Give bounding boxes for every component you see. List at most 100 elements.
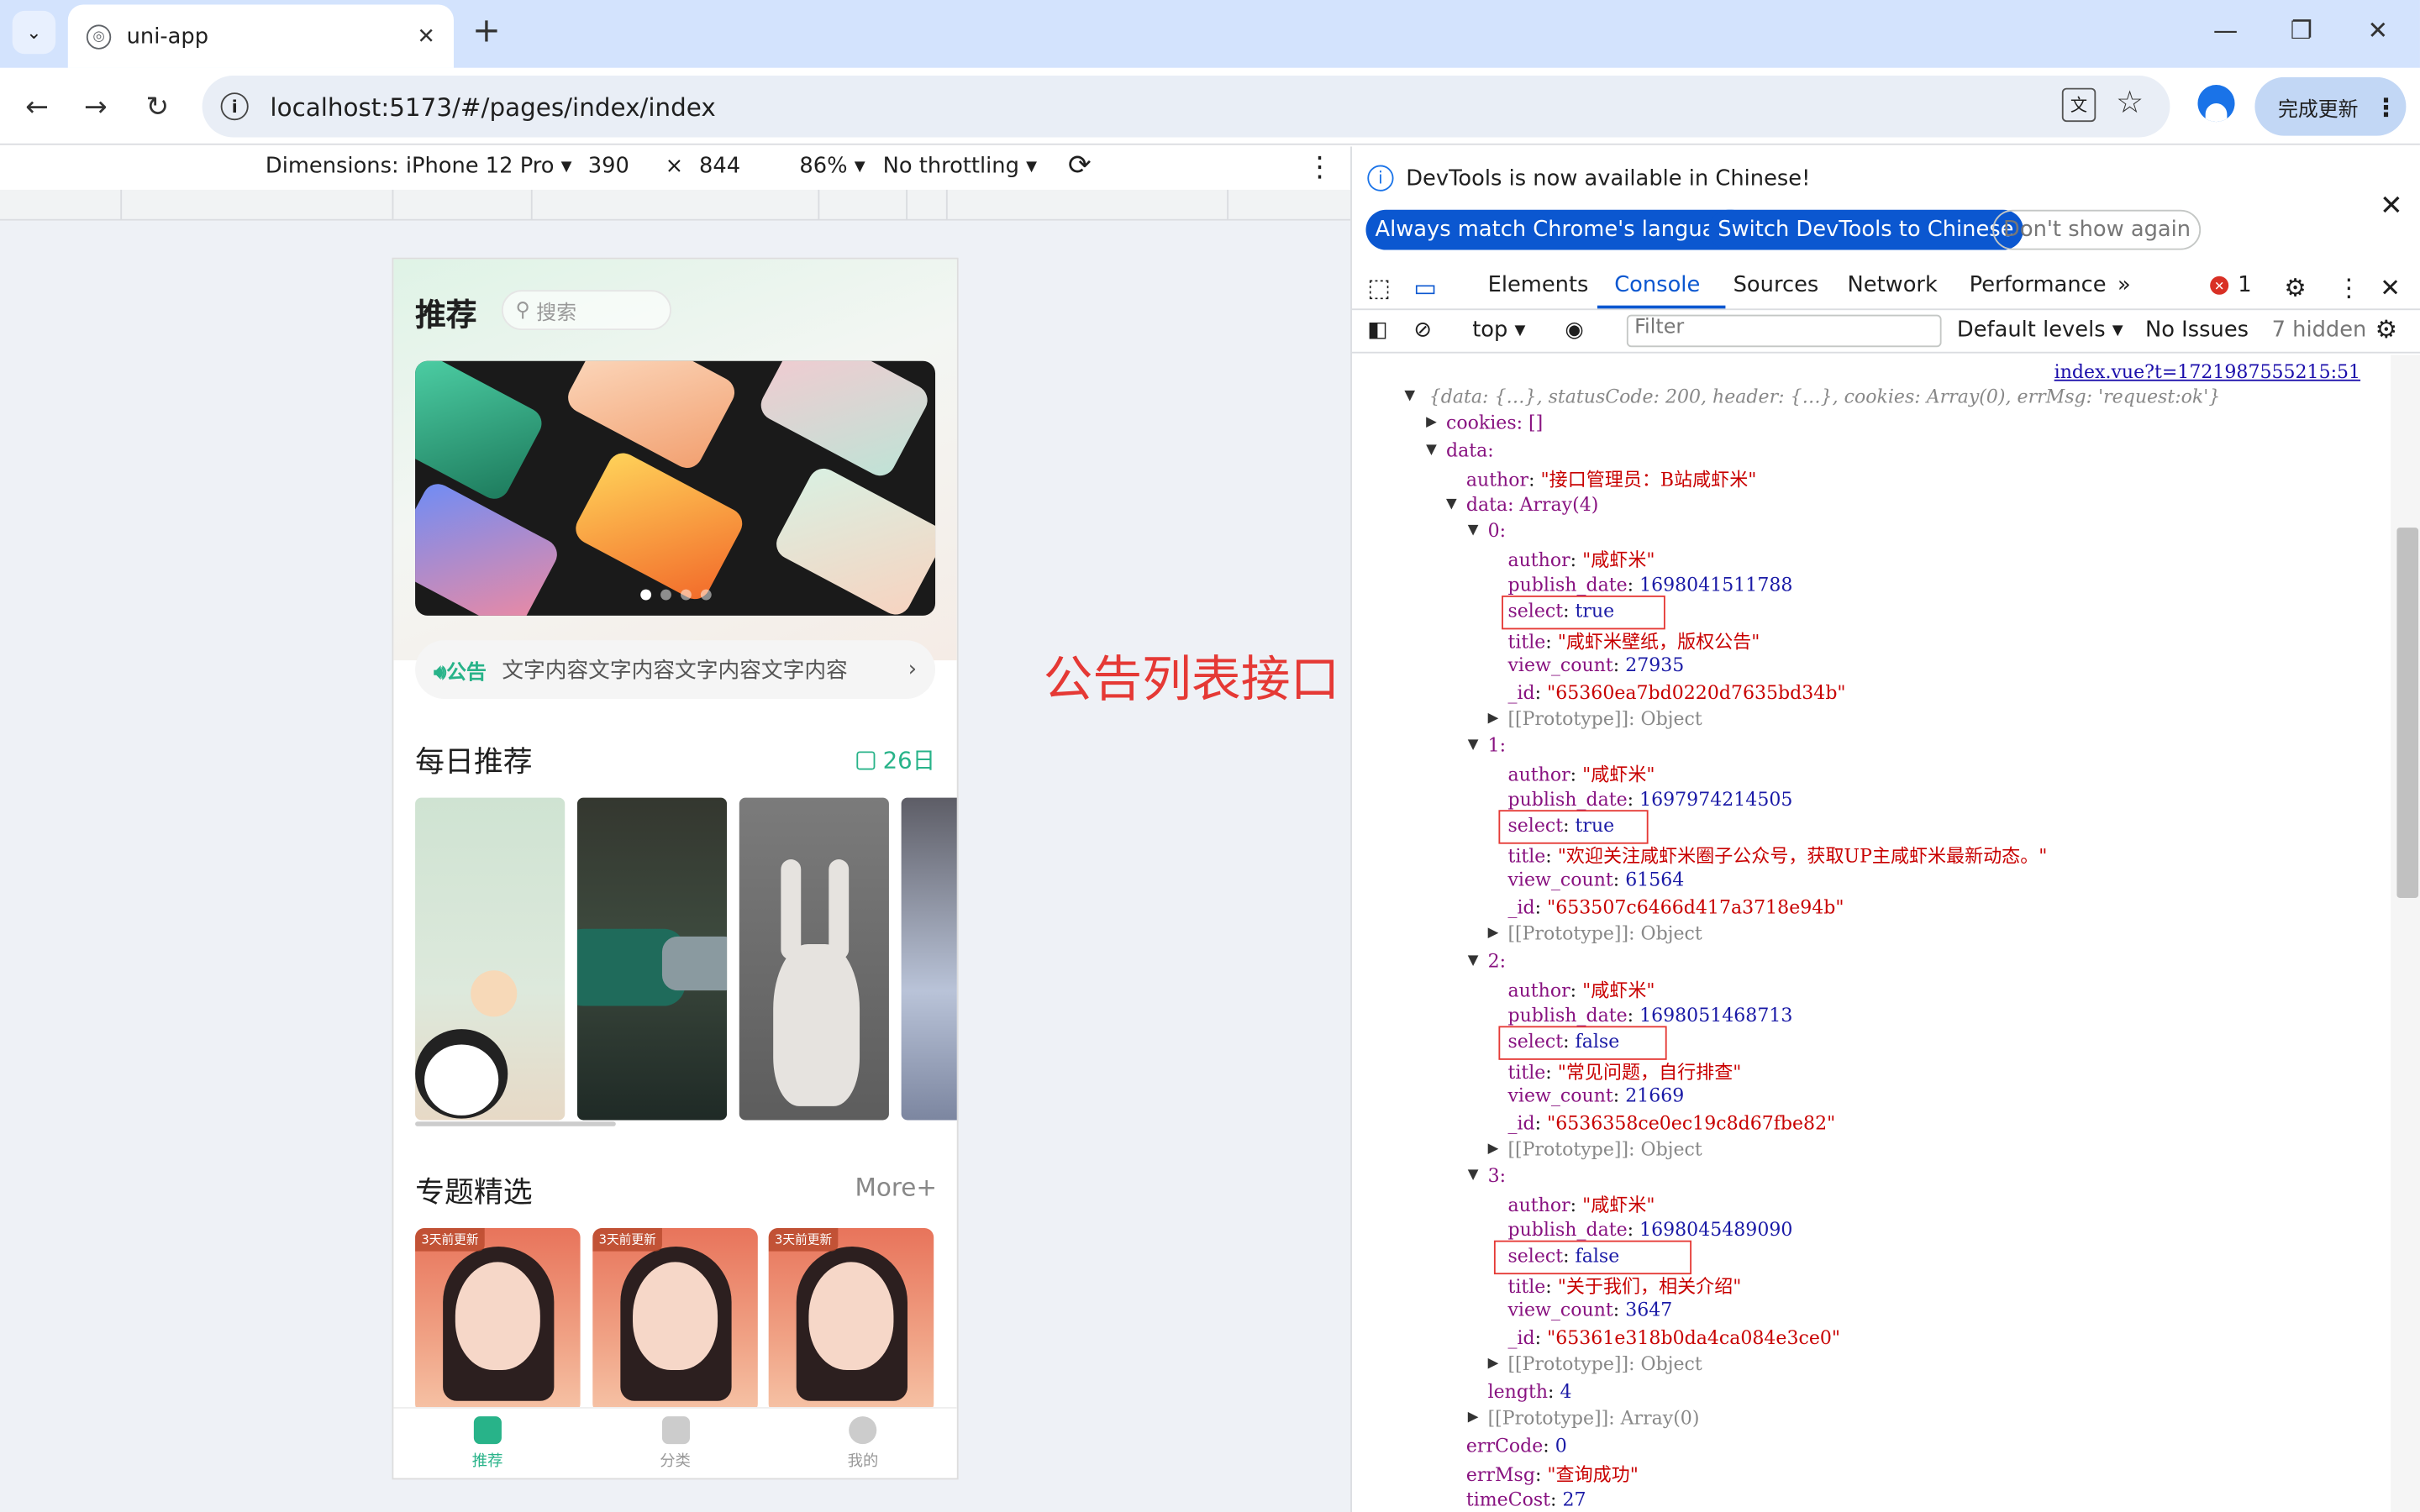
settings-icon[interactable]: ⚙ — [2284, 273, 2306, 302]
levels-dropdown[interactable]: Default levels ▾ — [1957, 318, 2123, 342]
wallpaper-thumb[interactable] — [901, 797, 957, 1121]
user-icon — [849, 1416, 877, 1445]
tab-search-chevron-icon[interactable]: ⌄ — [12, 10, 56, 55]
bookmark-star-icon[interactable]: ☆ — [2116, 83, 2144, 120]
device-more-icon[interactable]: ⋮ — [1306, 151, 1334, 184]
profile-avatar-icon[interactable] — [2197, 85, 2235, 123]
tabbar-item-recommend[interactable]: 推荐 — [393, 1409, 581, 1478]
width-input[interactable]: 390 — [588, 155, 629, 179]
expand-triangle-icon[interactable]: ▼ — [1468, 738, 1479, 753]
search-input[interactable]: ⚲ 搜索 — [501, 290, 671, 331]
tab-network[interactable]: Network — [1848, 273, 1938, 297]
dont-show-button[interactable]: Don't show again — [1992, 209, 2202, 250]
collapse-triangle-icon[interactable]: ▶ — [1488, 711, 1499, 727]
highlight-box — [1498, 1025, 1667, 1060]
issues-label[interactable]: No Issues — [2145, 318, 2249, 342]
horizontal-scroll-indicator — [415, 1121, 616, 1126]
site-info-icon[interactable]: i — [220, 92, 249, 121]
notice-bar[interactable]: 🔊︎公告 文字内容文字内容文字内容文字内容 › — [415, 640, 936, 700]
close-devtools-icon[interactable]: ✕ — [2380, 273, 2401, 302]
zoom-dropdown[interactable]: 86% ▾ — [799, 155, 865, 179]
expand-triangle-icon[interactable]: ▼ — [1404, 389, 1415, 404]
item-view-count: 61564 — [1625, 869, 1685, 891]
clear-console-icon[interactable]: ⊘ — [1413, 318, 1432, 342]
times-sign: × — [665, 154, 684, 180]
wallpaper-thumb[interactable] — [739, 797, 889, 1121]
throttling-dropdown[interactable]: No throttling ▾ — [883, 155, 1037, 179]
wallpaper-thumb[interactable] — [576, 797, 728, 1121]
chevron-right-icon[interactable]: › — [908, 657, 917, 681]
device-toggle-icon[interactable]: ▭ — [1413, 273, 1437, 302]
item-index: 1: — [1487, 734, 1507, 757]
expand-triangle-icon[interactable]: ▼ — [1426, 443, 1437, 458]
collapse-triangle-icon[interactable]: ▶ — [1488, 1141, 1499, 1156]
tab-title: uni-app — [126, 24, 209, 49]
globe-icon: ◎ — [86, 24, 112, 49]
error-counter[interactable]: ✕ 1 — [2210, 273, 2252, 297]
source-link[interactable]: index.vue?t=1721987555215:51 — [2054, 361, 2360, 383]
collapse-triangle-icon[interactable]: ▶ — [1468, 1410, 1479, 1425]
topic-card[interactable]: 3天前更新 — [415, 1228, 581, 1414]
expand-triangle-icon[interactable]: ▼ — [1446, 496, 1457, 512]
browser-toolbar: ← → ↻ i localhost:5173/#/pages/index/ind… — [0, 67, 2420, 145]
banner-carousel[interactable] — [415, 360, 936, 616]
console-settings-icon[interactable]: ⚙ — [2375, 315, 2397, 344]
carousel-dots[interactable] — [415, 589, 935, 602]
inspect-icon[interactable]: ⬚ — [1367, 273, 1391, 302]
close-infobar-icon[interactable]: ✕ — [2380, 190, 2403, 223]
eye-icon[interactable]: ◉ — [1565, 318, 1583, 342]
expand-triangle-icon[interactable]: ▼ — [1468, 523, 1479, 538]
translate-icon[interactable]: 文 — [2061, 87, 2096, 123]
rotate-icon[interactable]: ⟳ — [1068, 150, 1092, 182]
dimensions-dropdown[interactable]: Dimensions: iPhone 12 Pro ▾ — [266, 155, 572, 179]
filter-input[interactable]: Filter — [1626, 314, 1942, 348]
topic-card[interactable]: 3天前更新 — [768, 1228, 934, 1414]
new-tab-icon[interactable]: + — [472, 13, 501, 51]
sidebar-toggle-icon[interactable]: ◧ — [1367, 318, 1387, 342]
prototype-object: [[Prototype]]: Object — [1507, 1137, 1702, 1160]
update-button[interactable]: 完成更新 ⋮ — [2254, 76, 2407, 136]
item-author: "咸虾米" — [1582, 764, 1655, 786]
prototype-object: [[Prototype]]: Object — [1507, 1352, 1702, 1375]
item-view-count: 27935 — [1625, 654, 1685, 676]
topic-tag: 3天前更新 — [592, 1228, 663, 1252]
more-vert-icon: ⋮ — [2373, 92, 2398, 122]
close-window-icon[interactable]: ✕ — [2367, 15, 2388, 45]
browser-tab[interactable]: ◎ uni-app ✕ — [67, 4, 454, 68]
match-language-button[interactable]: Always match Chrome's language — [1365, 209, 1752, 250]
response-summary[interactable]: {data: {…}, statusCode: 200, header: {…}… — [1429, 386, 2221, 407]
item-index: 0: — [1487, 519, 1507, 542]
tab-elements[interactable]: Elements — [1488, 273, 1589, 297]
topic-card[interactable]: 3天前更新 — [592, 1228, 758, 1414]
collapse-triangle-icon[interactable]: ▶ — [1488, 927, 1499, 942]
tab-performance[interactable]: Performance — [1970, 273, 2107, 297]
collapse-triangle-icon[interactable]: ▶ — [1488, 1356, 1499, 1371]
tab-sources[interactable]: Sources — [1733, 273, 1819, 297]
close-tab-icon[interactable]: ✕ — [417, 24, 435, 48]
tabbar-item-category[interactable]: 分类 — [581, 1409, 769, 1478]
collapse-triangle-icon[interactable]: ▶ — [1426, 415, 1437, 430]
devtools-menu-icon[interactable]: ⋮ — [2337, 273, 2361, 302]
reload-icon[interactable]: ↻ — [136, 85, 179, 128]
switch-chinese-button[interactable]: Switch DevTools to Chinese — [1708, 209, 2023, 250]
height-input[interactable]: 844 — [699, 155, 740, 179]
prototype-array: [[Prototype]]: Array(0) — [1487, 1407, 1700, 1429]
calendar-icon — [856, 750, 876, 769]
console-scrollbar[interactable] — [2391, 354, 2420, 1512]
back-icon[interactable]: ← — [15, 85, 58, 128]
tabbar-item-mine[interactable]: 我的 — [769, 1409, 956, 1478]
expand-triangle-icon[interactable]: ▼ — [1468, 1168, 1479, 1183]
devtools-tabs: ⬚ ▭ Elements Console Sources Network Per… — [1351, 266, 2420, 311]
restore-icon[interactable]: ❐ — [2291, 15, 2312, 45]
context-dropdown[interactable]: top ▾ — [1472, 318, 1525, 342]
category-icon — [661, 1416, 690, 1445]
more-tabs-icon[interactable]: » — [2118, 273, 2131, 297]
tab-console[interactable]: Console — [1614, 273, 1700, 297]
expand-triangle-icon[interactable]: ▼ — [1468, 953, 1479, 968]
more-link[interactable]: More+ — [855, 1173, 937, 1202]
wallpaper-thumb[interactable] — [415, 797, 566, 1121]
address-bar[interactable]: i localhost:5173/#/pages/index/index — [202, 75, 2170, 138]
minimize-icon[interactable]: — — [2213, 15, 2238, 45]
forward-icon[interactable]: → — [74, 85, 117, 128]
item-view-count: 3647 — [1625, 1299, 1673, 1321]
